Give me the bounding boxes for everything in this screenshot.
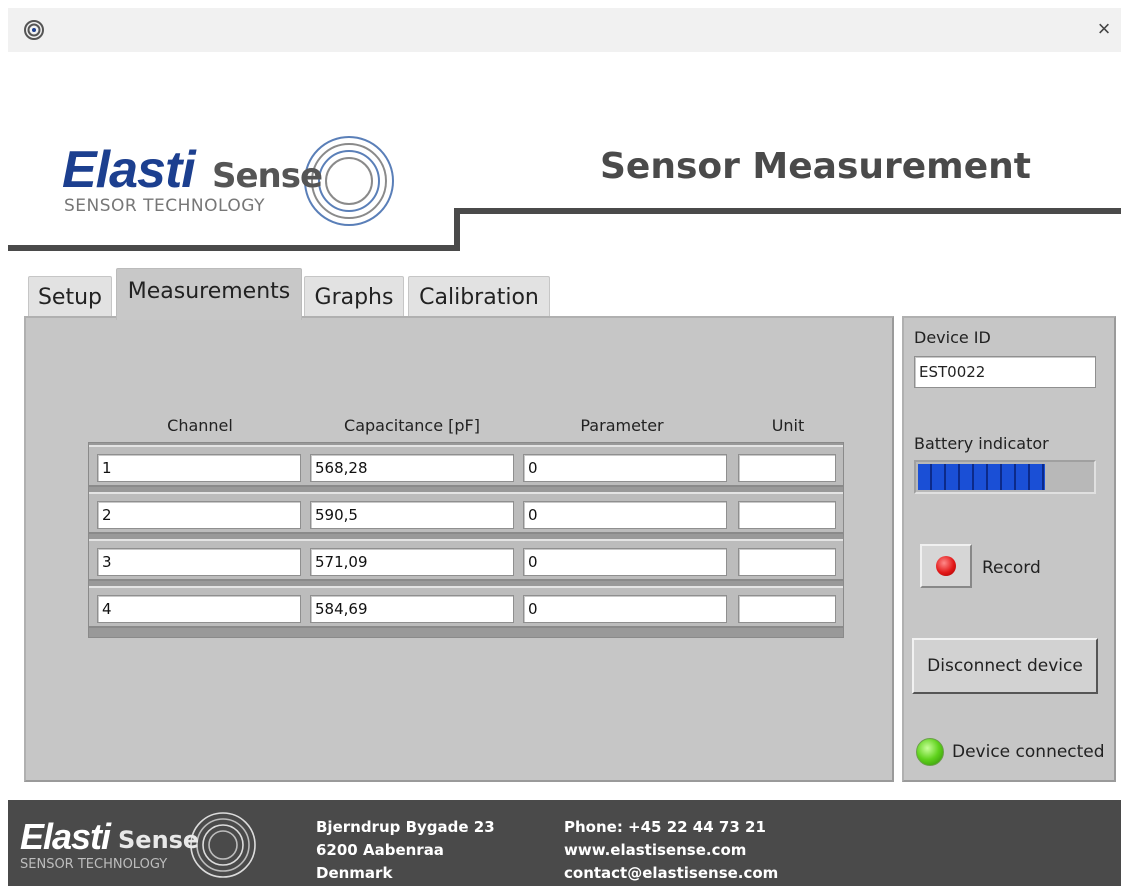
tab-calibration[interactable]: Calibration [408,276,550,318]
column-header-unit: Unit [771,416,805,435]
unit-field[interactable] [738,548,836,576]
battery-level-fill [918,464,1046,490]
close-button[interactable]: × [1087,14,1121,46]
channel-field[interactable]: 3 [97,548,301,576]
table-row: 2 590,5 0 [89,492,843,534]
connection-status-label: Device connected [952,742,1105,762]
unit-field[interactable] [738,595,836,623]
unit-field[interactable] [738,454,836,482]
logo-sense-text: Sense [212,156,323,196]
target-icon [24,20,44,40]
battery-label: Battery indicator [914,434,1049,453]
window-titlebar: × [8,8,1121,52]
measurements-table: 1 568,28 0 2 590,5 0 3 571,09 0 4 584,69… [88,442,844,638]
device-id-field[interactable]: EST0022 [914,356,1096,388]
capacitance-field[interactable]: 584,69 [310,595,514,623]
tab-setup[interactable]: Setup [28,276,112,318]
logo-elasti-text: Elasti [62,141,196,199]
footer-logo-tagline: SENSOR TECHNOLOGY [20,857,168,872]
footer-logo-sense-text: Sense [118,826,200,854]
table-row: 4 584,69 0 [89,586,843,628]
header-divider-step [454,208,460,251]
capacitance-field[interactable]: 590,5 [310,501,514,529]
footer-website-link[interactable]: www.elastisense.com [564,839,778,862]
device-id-label: Device ID [914,328,991,347]
battery-indicator [914,460,1096,494]
table-row: 1 568,28 0 [89,445,843,487]
table-row: 3 571,09 0 [89,539,843,581]
footer-phone: Phone: +45 22 44 73 21 [564,818,766,836]
disconnect-device-button[interactable]: Disconnect device [912,638,1098,694]
parameter-field[interactable]: 0 [523,548,727,576]
parameter-field[interactable]: 0 [523,595,727,623]
footer: Elasti Sense SENSOR TECHNOLOGY Bjerndrup… [8,800,1121,886]
record-label: Record [982,558,1041,578]
capacitance-field[interactable]: 568,28 [310,454,514,482]
tab-measurements[interactable]: Measurements [116,268,302,320]
column-header-parameter: Parameter [580,416,664,435]
channel-field[interactable]: 1 [97,454,301,482]
parameter-field[interactable]: 0 [523,501,727,529]
capacitance-field[interactable]: 571,09 [310,548,514,576]
channel-field[interactable]: 4 [97,595,301,623]
footer-logo-elasti-text: Elasti [20,816,111,857]
connection-status-led-icon [916,738,944,766]
channel-field[interactable]: 2 [97,501,301,529]
record-button[interactable] [920,544,972,588]
address-line-city: 6200 Aabenraa [316,841,444,859]
tab-graphs[interactable]: Graphs [304,276,404,318]
unit-field[interactable] [738,501,836,529]
record-icon [936,556,956,576]
brand-logo: Elasti Sense SENSOR TECHNOLOGY [62,134,402,226]
header-divider-left [8,245,458,251]
footer-email-link[interactable]: contact@elastisense.com [564,862,778,885]
footer-logo: Elasti Sense SENSOR TECHNOLOGY [20,810,280,880]
address-line-country: Denmark [316,864,393,882]
parameter-field[interactable]: 0 [523,454,727,482]
column-header-capacitance: Capacitance [pF] [344,416,480,435]
footer-contact: Phone: +45 22 44 73 21 www.elastisense.c… [564,816,778,885]
footer-address: Bjerndrup Bygade 23 6200 Aabenraa Denmar… [316,816,495,885]
address-line-street: Bjerndrup Bygade 23 [316,818,495,836]
column-header-channel: Channel [167,416,233,435]
page-title: Sensor Measurement [600,146,1031,187]
logo-tagline: SENSOR TECHNOLOGY [64,196,265,216]
header-divider-right [454,208,1121,214]
